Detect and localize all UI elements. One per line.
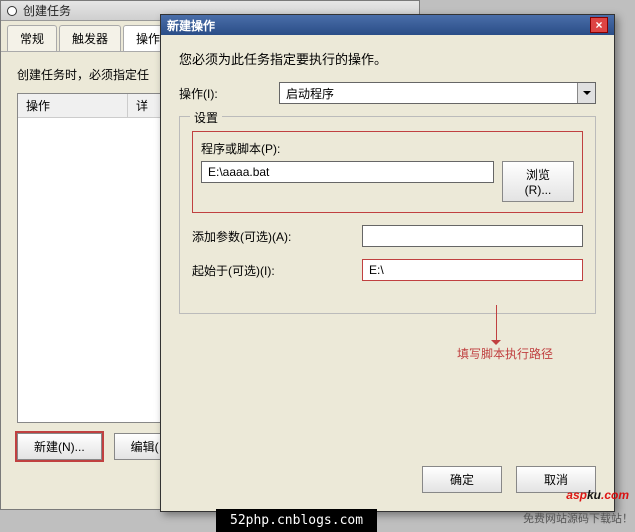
annotation-text: 填写脚本执行路径 bbox=[457, 345, 553, 362]
blog-watermark: 52php.cnblogs.com bbox=[216, 509, 377, 532]
dialog-body: 您必须为此任务指定要执行的操作。 操作(I): 启动程序 设置 程序或脚本(P)… bbox=[161, 35, 614, 328]
args-input[interactable] bbox=[362, 225, 583, 247]
chevron-down-icon[interactable] bbox=[577, 83, 595, 103]
dialog-prompt: 您必须为此任务指定要执行的操作。 bbox=[179, 49, 596, 68]
action-label: 操作(I): bbox=[179, 85, 279, 102]
dialog-title: 新建操作 bbox=[167, 17, 215, 34]
browse-button[interactable]: 浏览(R)... bbox=[502, 161, 574, 202]
new-action-dialog: 新建操作 × 您必须为此任务指定要执行的操作。 操作(I): 启动程序 设置 程… bbox=[160, 14, 615, 512]
dialog-titlebar: 新建操作 × bbox=[161, 15, 614, 35]
action-combo[interactable]: 启动程序 bbox=[279, 82, 596, 104]
args-row: 添加参数(可选)(A): bbox=[192, 225, 583, 247]
args-label: 添加参数(可选)(A): bbox=[192, 228, 362, 245]
settings-legend: 设置 bbox=[190, 109, 222, 126]
startin-input[interactable] bbox=[362, 259, 583, 281]
script-path-input[interactable] bbox=[201, 161, 494, 183]
action-combo-value: 启动程序 bbox=[280, 83, 577, 103]
tab-triggers[interactable]: 触发器 bbox=[59, 25, 121, 51]
startin-row: 起始于(可选)(I): bbox=[192, 259, 583, 281]
startin-label: 起始于(可选)(I): bbox=[192, 262, 362, 279]
wm-part1: asp bbox=[566, 488, 587, 502]
settings-fieldset: 设置 程序或脚本(P): 浏览(R)... 添加参数(可选)(A): 起始于(可… bbox=[179, 116, 596, 314]
site-slogan: 免费网站源码下载站！ bbox=[523, 510, 633, 526]
wm-part2: ku bbox=[587, 488, 601, 502]
site-watermark: aspku.com bbox=[566, 475, 629, 506]
new-button[interactable]: 新建(N)... bbox=[17, 433, 102, 460]
tab-general[interactable]: 常规 bbox=[7, 25, 57, 51]
app-icon bbox=[7, 6, 17, 16]
script-label: 程序或脚本(P): bbox=[201, 140, 574, 157]
close-icon[interactable]: × bbox=[590, 17, 608, 33]
action-row: 操作(I): 启动程序 bbox=[179, 82, 596, 104]
ok-button[interactable]: 确定 bbox=[422, 466, 502, 493]
script-group: 程序或脚本(P): 浏览(R)... bbox=[192, 131, 583, 213]
wm-part3: .com bbox=[601, 488, 629, 502]
col-action: 操作 bbox=[18, 94, 128, 117]
window-title: 创建任务 bbox=[23, 2, 71, 19]
